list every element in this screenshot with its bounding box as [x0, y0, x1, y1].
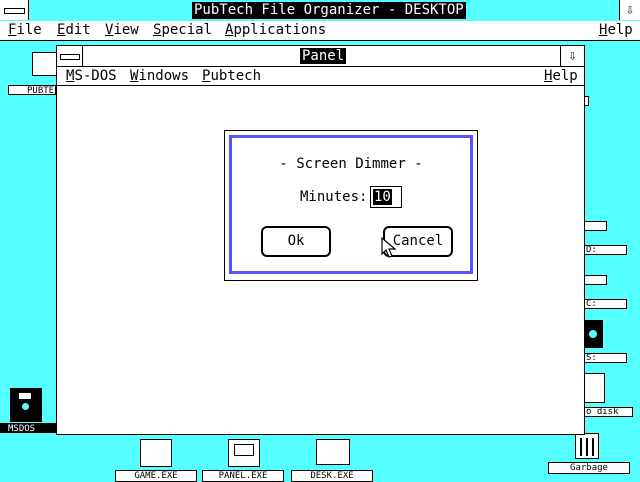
menu-windows[interactable]: Windows	[130, 68, 189, 85]
drive-stub[interactable]	[583, 221, 607, 231]
panel-minimize-arrow-icon[interactable]: ⇩	[560, 46, 584, 66]
disk-icon[interactable]	[583, 320, 603, 348]
dialog-title: - Screen Dimmer -	[279, 156, 423, 172]
drive-label-c: C:	[583, 299, 627, 309]
system-menu-icon	[4, 8, 25, 14]
game-exe-label: GAME.EXE	[115, 470, 197, 482]
app-titlebar: PubTech File Organizer - DESKTOP ⇩	[0, 0, 640, 22]
disk-label: o disk	[583, 407, 633, 417]
panel-system-menu-button[interactable]	[57, 46, 83, 66]
minutes-label: Minutes:	[300, 189, 368, 205]
panel-menubar: MS-DOS Windows Pubtech Help	[57, 67, 584, 86]
menu-view[interactable]: View	[105, 22, 139, 39]
menu-help[interactable]: Help	[599, 22, 633, 39]
calculator-icon[interactable]	[140, 439, 172, 467]
msdos-label: MSDOS	[0, 423, 56, 433]
panel-title: Panel	[300, 48, 347, 64]
panel-exe-label: PANEL.EXE	[202, 470, 284, 482]
floppy-disk-icon[interactable]	[10, 388, 42, 422]
dialog-frame: - Screen Dimmer - Minutes: 10 Ok Cancel	[229, 135, 473, 274]
menu-edit[interactable]: Edit	[57, 22, 91, 39]
app-title: PubTech File Organizer - DESKTOP	[192, 2, 466, 19]
folder-label: PUBTE	[8, 85, 56, 95]
menu-pubtech[interactable]: Pubtech	[202, 68, 261, 85]
ok-button[interactable]: Ok	[261, 226, 331, 257]
screen-dimmer-dialog: - Screen Dimmer - Minutes: 10 Ok Cancel	[224, 130, 478, 281]
menu-ms-dos[interactable]: MS-DOS	[66, 68, 117, 85]
menu-applications[interactable]: Applications	[225, 22, 326, 39]
mouse-pointer-icon	[381, 237, 397, 258]
minutes-input[interactable]: 10	[370, 186, 402, 208]
app-menubar: File Edit View Special Applications Help	[0, 21, 640, 41]
drive-stub[interactable]	[583, 275, 607, 285]
menu-panel-help[interactable]: Help	[544, 68, 578, 85]
disk-drive-icon[interactable]	[583, 373, 605, 403]
desk-exe-label: DESK.EXE	[291, 470, 373, 482]
trash-can-icon[interactable]	[575, 433, 599, 459]
minimize-arrow-icon[interactable]: ⇩	[619, 0, 640, 20]
drive-label-d: D:	[583, 245, 627, 255]
panel-titlebar[interactable]: Panel ⇩	[57, 46, 584, 67]
menu-special[interactable]: Special	[153, 22, 212, 39]
system-menu-button[interactable]	[0, 0, 29, 20]
panel-icon[interactable]	[228, 439, 260, 467]
system-menu-icon	[60, 54, 80, 60]
desk-icon[interactable]	[316, 439, 350, 465]
menu-file[interactable]: File	[8, 22, 42, 39]
drive-label-s: S:	[583, 353, 627, 363]
garbage-label: Garbage	[548, 462, 630, 474]
minutes-value: 10	[373, 189, 392, 205]
